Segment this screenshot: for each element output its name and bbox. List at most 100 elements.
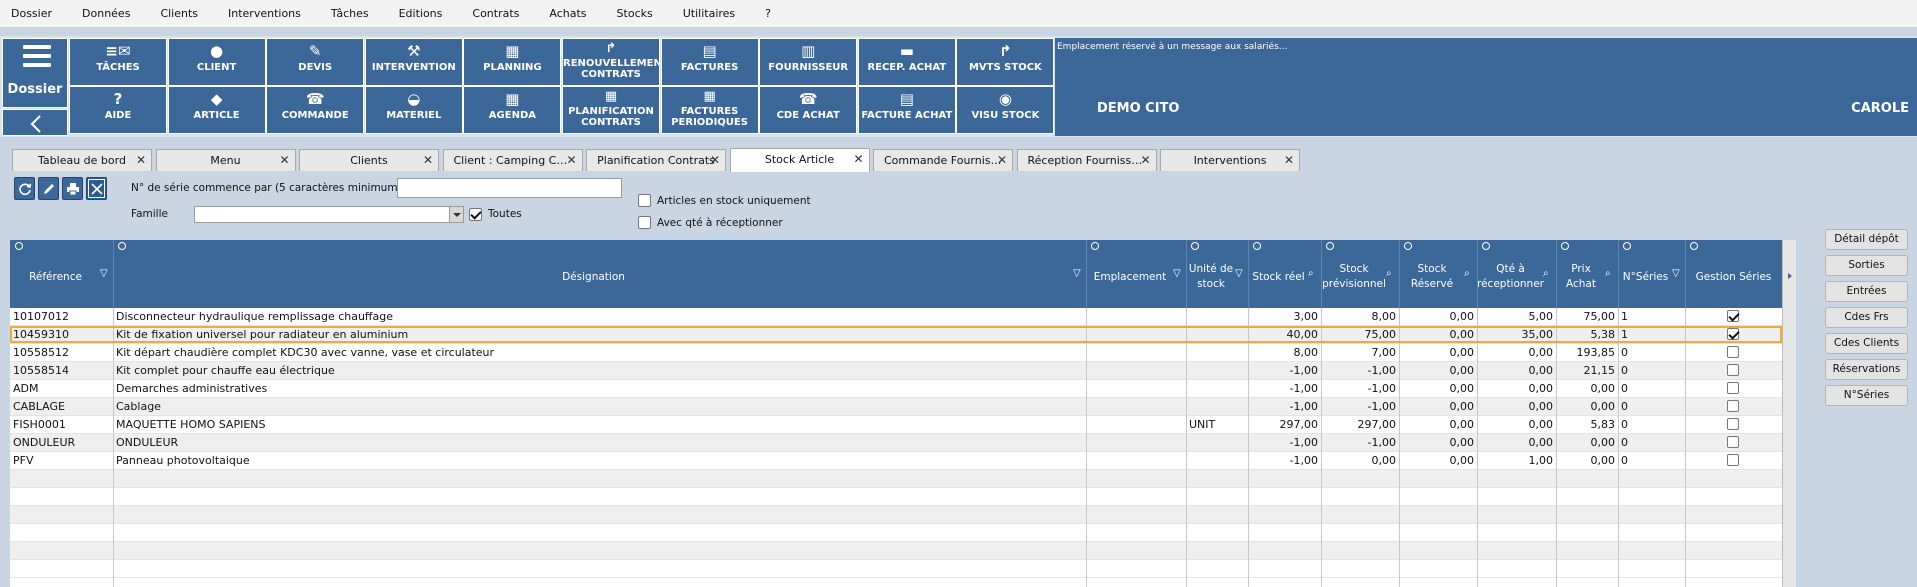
side-button-detail-depot[interactable]: Détail dépôt [1825, 229, 1908, 250]
ribbon-button-agenda[interactable]: ▦ AGENDA [463, 86, 562, 134]
column-header-stock-previsionnel[interactable]: Stock prévisionnel [1321, 250, 1387, 304]
search-icon[interactable]: ⌕ [1605, 268, 1611, 279]
tab-clients[interactable]: Clients ✕ [299, 149, 439, 171]
tab-planification-contrats[interactable]: Planification Contrats ✕ [586, 149, 726, 171]
ribbon-button-commande[interactable]: ☎ COMMANDE [266, 86, 365, 134]
column-options-icon[interactable] [1253, 242, 1261, 250]
tab-interventions[interactable]: Interventions ✕ [1160, 149, 1300, 171]
gestion-series-checkbox[interactable] [1726, 400, 1739, 412]
column-header-designation[interactable]: Désignation [113, 250, 1074, 304]
menu-item-help[interactable]: ? [765, 7, 771, 20]
print-button[interactable] [62, 177, 83, 200]
filter-icon[interactable]: ▽ [1173, 268, 1181, 279]
side-button-cdes-clients[interactable]: Cdes Clients [1825, 333, 1908, 354]
column-options-icon[interactable] [1326, 242, 1334, 250]
chevron-down-icon[interactable] [449, 207, 463, 222]
column-options-icon[interactable] [118, 242, 126, 250]
ribbon-button-cde-achat[interactable]: ☎ CDE ACHAT [759, 86, 858, 134]
column-header-n-series[interactable]: N°Séries [1618, 250, 1673, 304]
column-options-icon[interactable] [1690, 242, 1698, 250]
close-icon[interactable]: ✕ [566, 150, 576, 171]
ribbon-button-fournisseur[interactable]: ▥ FOURNISSEUR [759, 38, 858, 86]
close-icon[interactable]: ✕ [423, 150, 433, 171]
column-options-icon[interactable] [1561, 242, 1569, 250]
table-row[interactable]: FISH0001 MAQUETTE HOMO SAPIENS UNIT 297,00 2… [10, 416, 1782, 434]
side-button-n-series[interactable]: N°Séries [1825, 385, 1908, 406]
table-row[interactable]: 10107012 Disconnecteur hydraulique rempli… [10, 308, 1782, 326]
qty-receive-checkbox[interactable] [638, 216, 651, 229]
refresh-button[interactable] [14, 177, 35, 200]
ribbon-button-client[interactable]: ● CLIENT [167, 38, 266, 86]
close-icon[interactable]: ✕ [997, 150, 1007, 171]
close-icon[interactable]: ✕ [1284, 150, 1294, 171]
filter-icon[interactable]: ▽ [100, 268, 108, 279]
ribbon-button-materiel[interactable]: ◒ MATERIEL [364, 86, 463, 134]
back-button[interactable] [2, 109, 68, 136]
column-options-icon[interactable] [1191, 242, 1199, 250]
column-header-prix-achat[interactable]: Prix Achat [1556, 250, 1606, 304]
menu-item-stocks[interactable]: Stocks [617, 7, 653, 20]
menu-item-taches[interactable]: Tâches [331, 7, 369, 20]
gestion-series-checkbox[interactable] [1726, 346, 1739, 358]
column-header-emplacement[interactable]: Emplacement [1086, 250, 1174, 304]
ribbon-button-article[interactable]: ◆ ARTICLE [167, 86, 266, 134]
menu-item-achats[interactable]: Achats [549, 7, 586, 20]
ribbon-button-recep-achat[interactable]: ▬ RECEP. ACHAT [857, 38, 956, 86]
ribbon-button-planification-contrats[interactable]: ▦ PLANIFICATION CONTRATS [562, 86, 660, 134]
column-options-icon[interactable] [1623, 242, 1631, 250]
menu-item-clients[interactable]: Clients [160, 7, 198, 20]
column-header-qte-a-receptionner[interactable]: Qté à réceptionner [1477, 250, 1544, 304]
column-header-stock-reel[interactable]: Stock réel [1248, 250, 1309, 304]
ribbon-button-facture-achat[interactable]: ▤ FACTURE ACHAT [857, 86, 956, 134]
ribbon-button-taches[interactable]: ≡✉ TÂCHES [69, 38, 167, 86]
column-options-icon[interactable] [1482, 242, 1490, 250]
ribbon-button-mvts-stock[interactable]: ↱ MVTS STOCK [956, 38, 1055, 86]
filter-icon[interactable]: ▽ [1672, 268, 1680, 279]
column-header-gestion-series[interactable]: Gestion Séries [1685, 250, 1782, 304]
ribbon-button-factures[interactable]: ▤ FACTURES [660, 38, 759, 86]
search-icon[interactable]: ⌕ [1464, 268, 1470, 279]
menu-item-interventions[interactable]: Interventions [228, 7, 301, 20]
vertical-scrollbar[interactable] [1782, 240, 1796, 587]
tab-client-camping-ce[interactable]: Client : Camping CE... ✕ [442, 149, 583, 171]
column-header-stock-reserve[interactable]: Stock Réservé [1399, 250, 1465, 304]
side-button-sorties[interactable]: Sorties [1825, 255, 1908, 276]
side-button-reservations[interactable]: Réservations [1825, 359, 1908, 380]
close-icon[interactable]: ✕ [710, 150, 720, 171]
ribbon-button-visu-stock[interactable]: ◉ VISU STOCK [956, 86, 1055, 134]
menu-item-contrats[interactable]: Contrats [472, 7, 519, 20]
filter-icon[interactable]: ▽ [1073, 268, 1081, 279]
column-options-icon[interactable] [15, 242, 23, 250]
famille-select[interactable] [194, 206, 464, 223]
tab-commande-fournisseur[interactable]: Commande Fournisseur ✕ [873, 149, 1013, 171]
close-icon[interactable]: ✕ [1140, 150, 1150, 171]
stock-only-checkbox[interactable] [638, 194, 651, 207]
toutes-checkbox[interactable] [469, 208, 482, 221]
column-header-unite-de-stock[interactable]: Unité de stock [1186, 250, 1236, 304]
gestion-series-checkbox[interactable] [1726, 454, 1739, 466]
gestion-series-checkbox[interactable] [1726, 364, 1739, 376]
close-icon[interactable]: ✕ [853, 149, 863, 170]
ribbon-button-factures-periodiques[interactable]: ▦ FACTURES PERIODIQUES [660, 86, 759, 134]
menu-item-donnees[interactable]: Données [82, 7, 130, 20]
search-icon[interactable]: ⌕ [1386, 268, 1392, 279]
table-row[interactable]: ADM Demarches administratives -1,00 -1,00 0,… [10, 380, 1782, 398]
ribbon-button-devis[interactable]: ✎ DEVIS [266, 38, 365, 86]
menu-item-editions[interactable]: Editions [399, 7, 443, 20]
close-icon[interactable]: ✕ [279, 150, 289, 171]
column-options-icon[interactable] [1404, 242, 1412, 250]
column-header-reference[interactable]: Référence [10, 250, 101, 304]
close-icon[interactable]: ✕ [136, 150, 146, 171]
filter-icon[interactable]: ▽ [1235, 268, 1243, 279]
ribbon-button-planning[interactable]: ▦ PLANNING [463, 38, 562, 86]
gestion-series-checkbox[interactable] [1726, 382, 1739, 394]
ribbon-button-renouvellement-contrats[interactable]: ↱ RENOUVELLEMENT CONTRATS [562, 38, 660, 86]
gestion-series-checkbox[interactable] [1726, 310, 1739, 322]
search-icon[interactable]: ⌕ [1543, 268, 1549, 279]
tab-tableau-de-bord[interactable]: Tableau de bord ✕ [12, 149, 152, 171]
column-options-icon[interactable] [1091, 242, 1099, 250]
menu-item-utilitaires[interactable]: Utilitaires [683, 7, 735, 20]
table-row[interactable]: 10558514 Kit complet pour chauffe eau éle… [10, 362, 1782, 380]
serial-input[interactable] [397, 178, 622, 198]
table-row[interactable]: CABLAGE Cablage -1,00 -1,00 0,00 0,00 0,00 0 [10, 398, 1782, 416]
